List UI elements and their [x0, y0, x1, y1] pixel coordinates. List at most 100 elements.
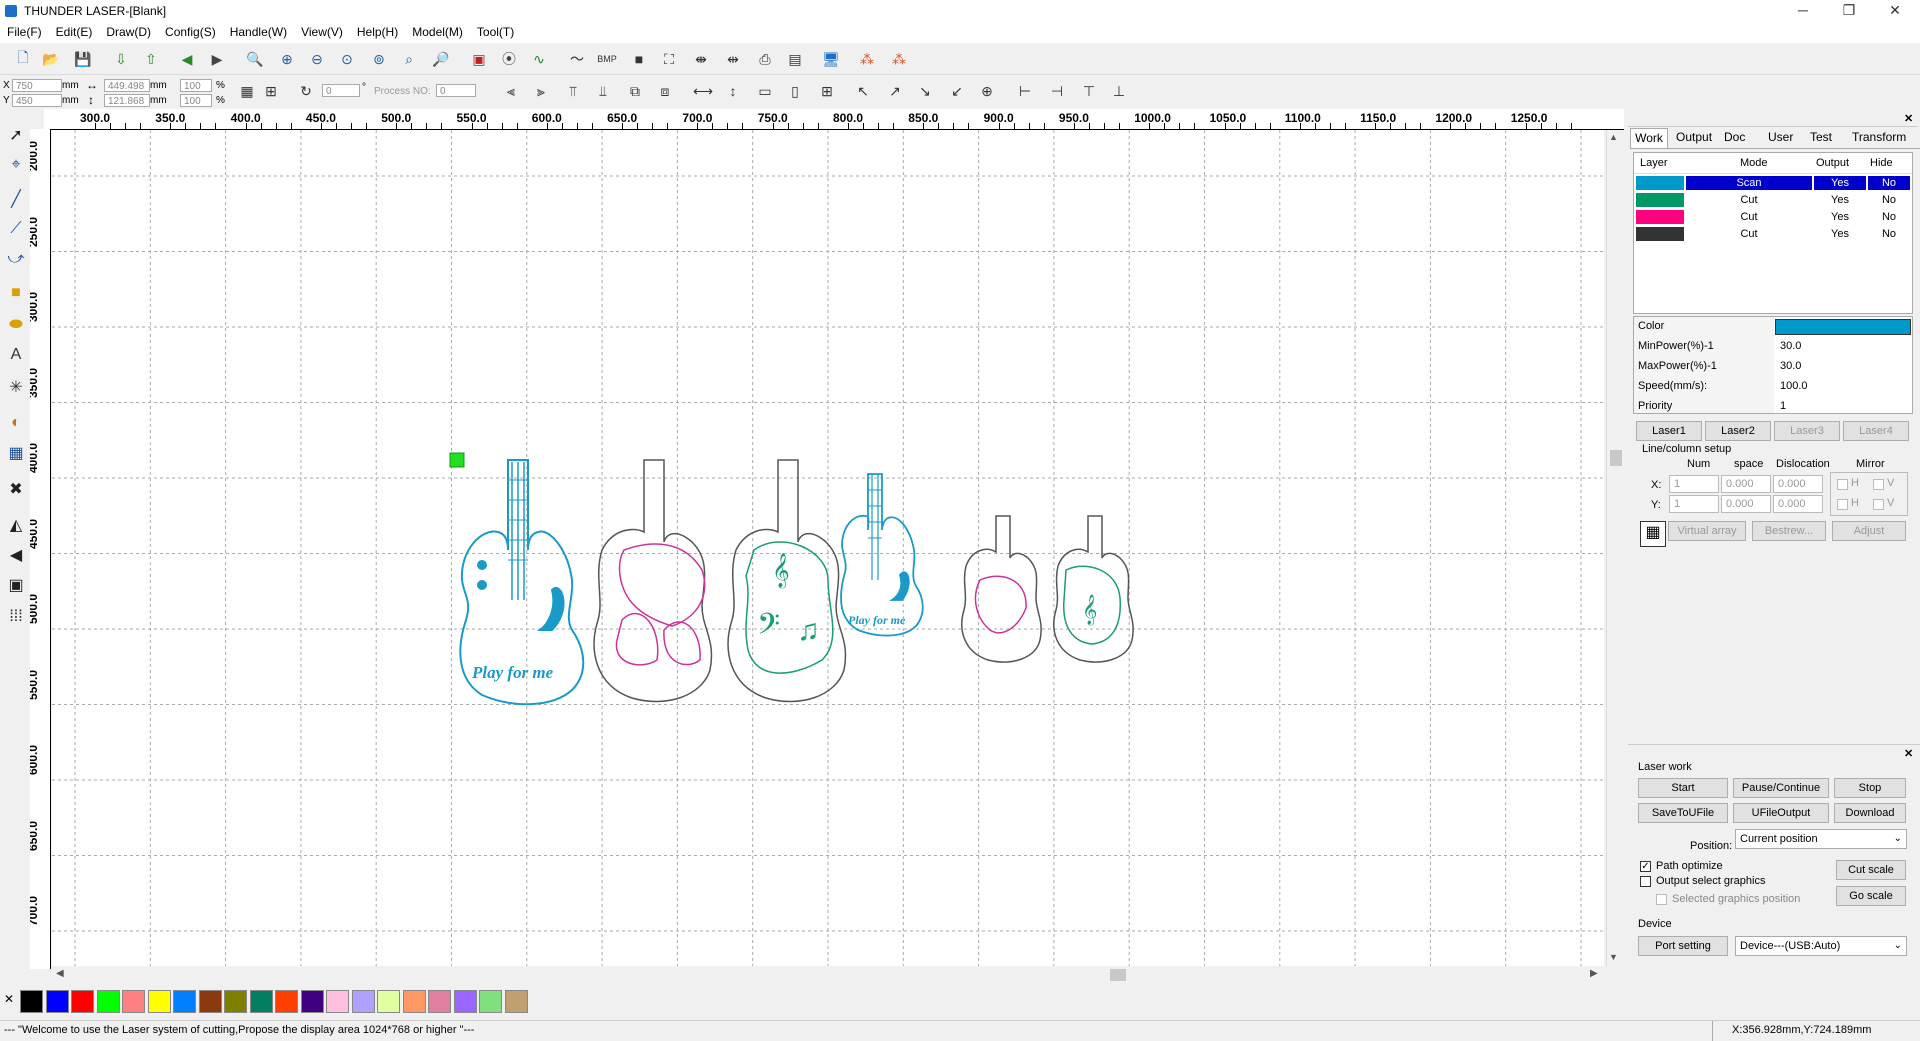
restore-button[interactable]: ❐	[1826, 0, 1872, 22]
array-tool-icon[interactable]: ⁞⁞⁞	[4, 604, 28, 630]
layer-color-cell[interactable]	[1636, 193, 1684, 207]
zoom-data-icon[interactable]: ⌕	[398, 48, 420, 70]
horizontal-scroll-thumb[interactable]	[1110, 969, 1126, 981]
palette-swatch[interactable]	[147, 990, 171, 1013]
smooth-icon[interactable]: 〜	[566, 48, 588, 70]
laser3-button[interactable]: Laser3	[1774, 421, 1840, 441]
menu-draw[interactable]: Draw(D)	[99, 22, 158, 42]
layer-color-swatch[interactable]	[1775, 319, 1911, 335]
layer-color-cell[interactable]	[1636, 176, 1684, 190]
mirror-y-h-checkbox[interactable]	[1837, 499, 1848, 510]
new-file-icon[interactable]: 🗋	[12, 48, 34, 70]
zoom-all-icon[interactable]: 🔎	[430, 48, 452, 70]
laser-panel-close-icon[interactable]: ✕	[1904, 747, 1913, 760]
lock-ratio-icon[interactable]: ▦	[236, 80, 258, 102]
layer-mode-cell[interactable]: Cut	[1686, 227, 1812, 241]
array-icon-a[interactable]: ⁂	[856, 48, 878, 70]
image-tool-icon[interactable]: ◐	[4, 410, 28, 436]
tab-work[interactable]: Work	[1630, 128, 1668, 148]
scale-y-field[interactable]: 100	[180, 94, 212, 107]
select-arrow-icon[interactable]: ➚	[4, 122, 28, 148]
rectangle-tool-icon[interactable]: ■	[4, 280, 28, 306]
ufile-output-button[interactable]: UFileOutput	[1733, 803, 1829, 823]
zoom-in-icon[interactable]: ⊕	[276, 48, 298, 70]
distribute-icon[interactable]: ▯	[784, 80, 806, 102]
node-edit-icon[interactable]: ⦿	[498, 48, 520, 70]
tab-output[interactable]: Output	[1676, 130, 1712, 144]
guitar-5[interactable]	[961, 515, 1042, 663]
array-y-dislocation[interactable]: 0.000	[1773, 495, 1823, 513]
layer-output-cell[interactable]: Yes	[1814, 193, 1866, 207]
vertical-scrollbar[interactable]: ▲ ▼	[1606, 130, 1625, 966]
array-grid-icon[interactable]: ▦	[1640, 521, 1666, 547]
scroll-down-icon[interactable]: ▼	[1609, 952, 1618, 962]
mirror-h-icon[interactable]: ◭	[4, 512, 28, 538]
virtual-array-button[interactable]: Virtual array	[1668, 521, 1746, 541]
position-select[interactable]: Current position ⌄	[1735, 829, 1907, 849]
layer-row[interactable]: Cut Yes No	[1634, 226, 1912, 242]
scroll-right-icon[interactable]: ▶	[1590, 968, 1598, 979]
palette-swatch[interactable]	[300, 990, 324, 1013]
close-button[interactable]: ✕	[1872, 0, 1918, 22]
top-edge-icon[interactable]: ⊤	[1078, 80, 1100, 102]
y-position-field[interactable]: 450	[12, 94, 62, 107]
same-width-icon[interactable]: ⟷	[692, 80, 714, 102]
guitar-4[interactable]	[840, 473, 924, 637]
zoom-select-icon[interactable]: 🔍	[244, 48, 266, 70]
pause-continue-button[interactable]: Pause/Continue	[1733, 778, 1829, 798]
document-icon[interactable]: ▤	[784, 48, 806, 70]
move-bl-icon[interactable]: ↙	[946, 80, 968, 102]
menu-help[interactable]: Help(H)	[350, 22, 405, 42]
palette-swatch[interactable]	[45, 990, 69, 1013]
palette-swatch[interactable]	[351, 990, 375, 1013]
frame-icon[interactable]: ■	[628, 48, 650, 70]
bmp-icon[interactable]: BMP	[596, 48, 618, 70]
align-right-icon[interactable]: ⫸	[530, 80, 552, 102]
right-edge-icon[interactable]: ⊣	[1046, 80, 1068, 102]
tab-test[interactable]: Test	[1810, 130, 1832, 144]
layer-color-cell[interactable]	[1636, 210, 1684, 224]
rotate-icon[interactable]: ↻	[295, 80, 317, 102]
go-scale-button[interactable]: Go scale	[1836, 886, 1906, 906]
line-tool-icon[interactable]: ╱	[4, 186, 28, 212]
palette-swatch[interactable]	[249, 990, 273, 1013]
layer-mode-cell[interactable]: Cut	[1686, 210, 1812, 224]
guitar-6[interactable]: 𝄞	[1053, 515, 1134, 663]
process-field[interactable]: 0	[436, 84, 476, 97]
layer-row[interactable]: Scan Yes No	[1634, 175, 1912, 191]
scroll-up-icon[interactable]: ▲	[1609, 132, 1618, 142]
output-tool-icon[interactable]: ▣	[4, 572, 28, 598]
tab-transform[interactable]: Transform	[1852, 130, 1906, 144]
palette-swatch[interactable]	[453, 990, 477, 1013]
align-bottom-icon[interactable]: ⫫	[592, 80, 614, 102]
menu-edit[interactable]: Edit(E)	[49, 22, 100, 42]
delete-tool-icon[interactable]: ✖	[4, 476, 28, 502]
vertical-scroll-thumb[interactable]	[1610, 450, 1622, 466]
align-left-icon[interactable]: ⫷	[500, 80, 522, 102]
layer-hide-cell[interactable]: No	[1868, 227, 1910, 241]
scale-x-field[interactable]: 100	[180, 79, 212, 92]
palette-swatch[interactable]	[275, 990, 298, 1013]
export-icon[interactable]: ⇧	[140, 48, 162, 70]
cut-scale-button[interactable]: Cut scale	[1836, 860, 1906, 880]
tab-user[interactable]: User	[1768, 130, 1793, 144]
mirror-y-v-checkbox[interactable]	[1873, 499, 1884, 510]
stop-button[interactable]: Stop	[1834, 778, 1906, 798]
menu-file[interactable]: File(F)	[0, 22, 49, 42]
palette-swatch[interactable]	[20, 990, 43, 1013]
download-button[interactable]: Download	[1834, 803, 1906, 823]
redo-icon[interactable]: ▶	[206, 48, 228, 70]
save-icon[interactable]: 💾	[72, 48, 94, 70]
align-hcenter-icon[interactable]: ⧉	[624, 80, 646, 102]
zoom-page-icon[interactable]: ⊙	[336, 48, 358, 70]
layer-output-cell[interactable]: Yes	[1814, 176, 1866, 190]
layer-mode-cell[interactable]: Scan	[1686, 176, 1812, 190]
palette-swatch[interactable]	[224, 990, 247, 1013]
palette-swatch[interactable]	[96, 990, 120, 1013]
adjust-button[interactable]: Adjust	[1832, 521, 1906, 541]
same-height-icon[interactable]: ↕	[722, 80, 744, 102]
port-setting-button[interactable]: Port setting	[1638, 936, 1728, 956]
origin-marker[interactable]	[449, 452, 465, 468]
menu-model[interactable]: Model(M)	[405, 22, 470, 42]
path-icon[interactable]: ⛶	[658, 48, 680, 70]
